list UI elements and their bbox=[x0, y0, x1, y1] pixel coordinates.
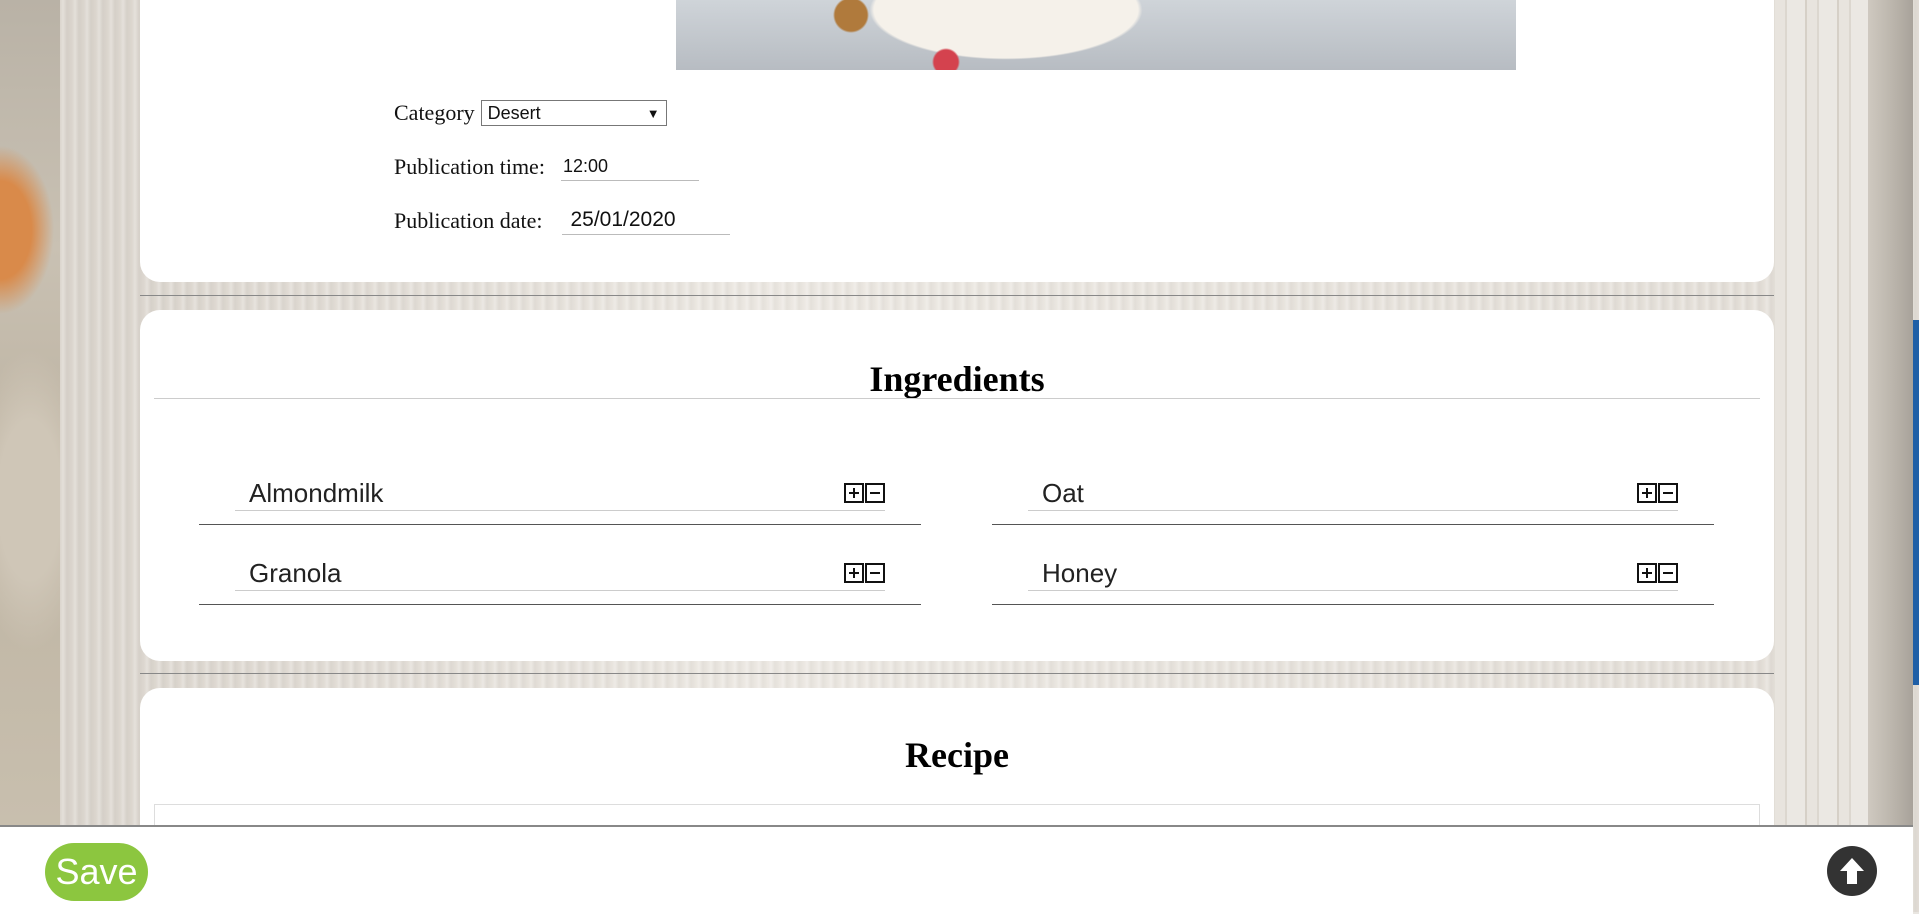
publication-time-label: Publication time: bbox=[394, 153, 545, 179]
category-select[interactable]: Desert ▼ bbox=[480, 100, 667, 126]
title-rule bbox=[154, 398, 1760, 399]
recipe-title: Recipe bbox=[905, 735, 1009, 775]
ingredient-input[interactable]: Oat bbox=[1028, 478, 1678, 511]
category-label: Category bbox=[394, 100, 475, 125]
ingredient-buttons bbox=[844, 483, 885, 503]
bread-photo-decoration bbox=[0, 0, 60, 825]
ingredient-buttons bbox=[844, 563, 885, 583]
recipe-image bbox=[676, 0, 1516, 70]
wood-background bbox=[1775, 0, 1868, 825]
ingredients-panel: Ingredients Almondmilk Oat Granola Honey bbox=[140, 310, 1774, 661]
publication-date-value: 25/01/2020 bbox=[570, 208, 676, 231]
ingredient-input[interactable]: Honey bbox=[1028, 558, 1678, 591]
arrow-up-icon bbox=[1840, 858, 1864, 884]
plus-icon[interactable] bbox=[1637, 483, 1657, 503]
ingredient-buttons bbox=[1637, 483, 1678, 503]
publication-date-label: Publication date: bbox=[394, 207, 543, 233]
category-row: Category Desert ▼ bbox=[394, 100, 667, 126]
ingredient-item: Oat bbox=[992, 464, 1714, 525]
scroll-top-button[interactable] bbox=[1827, 846, 1877, 896]
details-panel bbox=[140, 0, 1774, 282]
plus-icon[interactable] bbox=[844, 483, 864, 503]
ingredient-input[interactable]: Granola bbox=[235, 558, 885, 591]
ingredients-title: Ingredients bbox=[869, 359, 1045, 399]
ingredient-name: Granola bbox=[249, 558, 342, 588]
category-value: Desert bbox=[487, 102, 541, 123]
chevron-down-icon: ▼ bbox=[646, 105, 660, 121]
publication-date-input[interactable]: 25/01/2020 bbox=[562, 206, 731, 235]
publication-date-row: Publication date: 25/01/2020 bbox=[394, 206, 731, 235]
minus-icon[interactable] bbox=[865, 483, 885, 503]
minus-icon[interactable] bbox=[1658, 563, 1678, 583]
ingredient-name: Oat bbox=[1042, 478, 1084, 508]
plus-icon[interactable] bbox=[844, 563, 864, 583]
ingredient-input[interactable]: Almondmilk bbox=[235, 478, 885, 511]
section-divider bbox=[140, 295, 1774, 296]
ingredient-item: Honey bbox=[992, 544, 1714, 605]
bottom-toolbar: Save bbox=[0, 825, 1913, 914]
scrollbar-thumb[interactable] bbox=[1913, 320, 1919, 685]
ingredient-buttons bbox=[1637, 563, 1678, 583]
publication-time-row: Publication time: 12:00 bbox=[394, 152, 699, 181]
ingredient-item: Granola bbox=[199, 544, 921, 605]
save-button[interactable]: Save bbox=[45, 843, 148, 901]
plus-icon[interactable] bbox=[1637, 563, 1657, 583]
ingredient-name: Honey bbox=[1042, 558, 1118, 588]
publication-time-input[interactable]: 12:00 bbox=[560, 152, 699, 181]
minus-icon[interactable] bbox=[1658, 483, 1678, 503]
ingredient-name: Almondmilk bbox=[249, 478, 384, 508]
publication-time-value: 12:00 bbox=[562, 155, 608, 176]
section-divider bbox=[140, 673, 1774, 674]
ingredient-item: Almondmilk bbox=[199, 464, 921, 525]
right-edge-decoration bbox=[1868, 0, 1913, 825]
minus-icon[interactable] bbox=[865, 563, 885, 583]
